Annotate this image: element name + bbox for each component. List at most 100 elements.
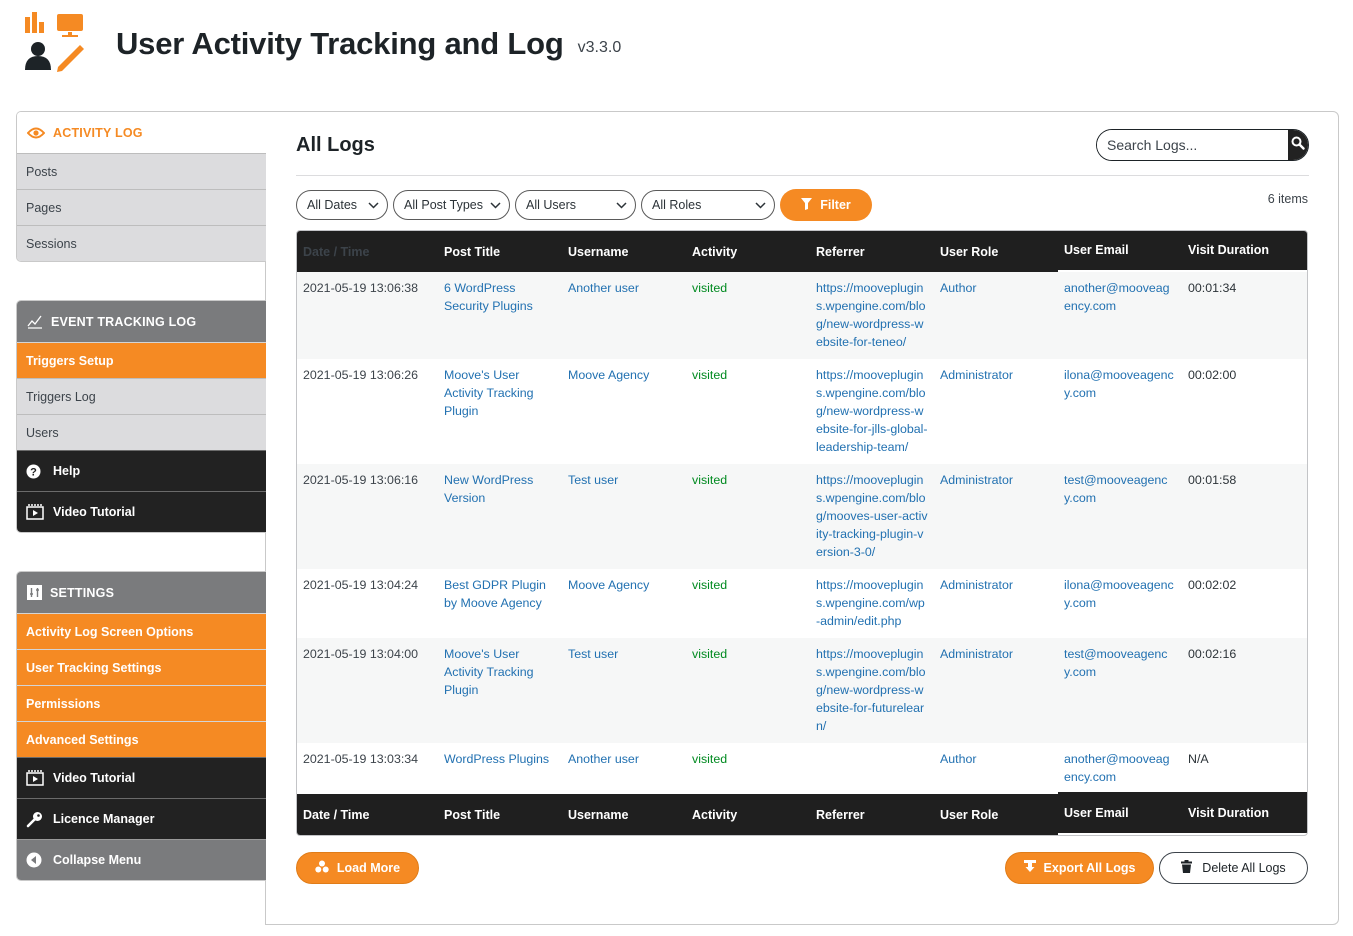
- cell-post-title-text[interactable]: Moove's User Activity Tracking Plugin: [444, 368, 534, 418]
- column-header-activity[interactable]: Activity: [686, 231, 810, 272]
- cell-post-title: Best GDPR Plugin by Moove Agency: [438, 569, 562, 638]
- column-footer-visit-duration[interactable]: Visit Duration: [1182, 792, 1307, 833]
- cell-user-role: Administrator: [934, 359, 1058, 464]
- cell-username-text[interactable]: Another user: [568, 281, 639, 295]
- table-row: 2021-05-19 13:04:00 Moove's User Activity…: [297, 638, 1307, 743]
- cell-user-role-text[interactable]: Administrator: [940, 368, 1013, 382]
- cell-date-text: 2021-05-19 13:06:26: [303, 368, 419, 382]
- export-all-logs-button[interactable]: Export All Logs: [1005, 852, 1154, 884]
- column-footer-activity[interactable]: Activity: [686, 794, 810, 835]
- load-more-button[interactable]: Load More: [296, 852, 419, 884]
- sidebar-item-user-tracking-settings[interactable]: User Tracking Settings: [17, 649, 266, 685]
- column-header-visit-duration[interactable]: Visit Duration: [1182, 231, 1307, 270]
- cell-user-role-text[interactable]: Administrator: [940, 473, 1013, 487]
- cell-user-email-text[interactable]: another@mooveagency.com: [1064, 752, 1170, 784]
- cell-user-role-text[interactable]: Administrator: [940, 578, 1013, 592]
- export-icon: [1023, 860, 1036, 876]
- cell-referrer-text[interactable]: https://mooveplugins.wpengine.com/blog/n…: [816, 647, 926, 733]
- load-more-label: Load More: [336, 861, 401, 875]
- cell-username-text[interactable]: Moove Agency: [568, 578, 649, 592]
- sidebar-item-video-tutorial[interactable]: Video Tutorial: [17, 491, 266, 532]
- sidebar-item-triggers-setup[interactable]: Triggers Setup: [17, 342, 266, 378]
- search-button[interactable]: [1288, 130, 1308, 160]
- column-footer-date[interactable]: Date / Time: [297, 794, 438, 835]
- cell-post-title-text[interactable]: New WordPress Version: [444, 473, 533, 505]
- column-header-post-title[interactable]: Post Title: [438, 231, 562, 272]
- column-footer-referrer[interactable]: Referrer: [810, 794, 934, 835]
- cell-visit-duration: 00:01:34: [1182, 272, 1307, 359]
- cell-date-text: 2021-05-19 13:06:38: [303, 281, 419, 295]
- cell-post-title-text[interactable]: WordPress Plugins: [444, 752, 549, 766]
- cell-referrer-text[interactable]: https://mooveplugins.wpengine.com/blog/n…: [816, 368, 928, 454]
- cell-post-title-text[interactable]: Best GDPR Plugin by Moove Agency: [444, 578, 546, 610]
- sidebar-item-licence-manager[interactable]: Licence Manager: [17, 798, 266, 839]
- column-footer-post-title[interactable]: Post Title: [438, 794, 562, 835]
- cell-username: Test user: [562, 464, 686, 569]
- table-row: 2021-05-19 13:06:16 New WordPress Version…: [297, 464, 1307, 569]
- column-footer-username[interactable]: Username: [562, 794, 686, 835]
- cell-user-role: Author: [934, 272, 1058, 359]
- column-header-date[interactable]: Date / Time: [297, 231, 438, 272]
- sidebar-item-users[interactable]: Users: [17, 414, 266, 450]
- cell-referrer-text[interactable]: https://mooveplugins.wpengine.com/blog/m…: [816, 473, 928, 559]
- cell-referrer-text[interactable]: https://mooveplugins.wpengine.com/wp-adm…: [816, 578, 925, 628]
- cell-referrer-text[interactable]: https://mooveplugins.wpengine.com/blog/n…: [816, 281, 926, 349]
- activity-tracking-logo-icon: [22, 12, 86, 76]
- cell-post-title-text[interactable]: 6 WordPress Security Plugins: [444, 281, 533, 313]
- cell-user-email-text[interactable]: ilona@mooveagency.com: [1064, 578, 1174, 610]
- column-footer-user-role[interactable]: User Role: [934, 794, 1058, 835]
- cell-user-email-text[interactable]: ilona@mooveagency.com: [1064, 368, 1174, 400]
- cell-user-email-text[interactable]: test@mooveagency.com: [1064, 647, 1168, 679]
- roles-select[interactable]: All Roles: [641, 190, 775, 220]
- sidebar-heading-settings[interactable]: SETTINGS: [17, 572, 266, 613]
- collapse-icon: [26, 852, 44, 868]
- table-row: 2021-05-19 13:03:34 WordPress Plugins Anot…: [297, 743, 1307, 794]
- column-header-username[interactable]: Username: [562, 231, 686, 272]
- sidebar-item-advanced-settings[interactable]: Advanced Settings: [17, 721, 266, 757]
- cell-post-title: 6 WordPress Security Plugins: [438, 272, 562, 359]
- eye-icon: [27, 127, 45, 139]
- search-input[interactable]: [1097, 130, 1288, 160]
- column-header-user-role[interactable]: User Role: [934, 231, 1058, 272]
- help-icon: ?: [26, 464, 44, 479]
- cell-user-role: Author: [934, 743, 1058, 794]
- cell-user-role-text[interactable]: Administrator: [940, 647, 1013, 661]
- sidebar-item-pages[interactable]: Pages: [17, 189, 266, 225]
- column-header-user-email[interactable]: User Email: [1058, 231, 1182, 270]
- column-footer-user-email[interactable]: User Email: [1058, 792, 1182, 833]
- cell-date-text: 2021-05-19 13:04:00: [303, 647, 419, 661]
- cell-username-text[interactable]: Moove Agency: [568, 368, 649, 382]
- sidebar-item-sessions[interactable]: Sessions: [17, 225, 266, 261]
- sidebar-item-activity-log-screen-options[interactable]: Activity Log Screen Options: [17, 613, 266, 649]
- cell-post-title-text[interactable]: Moove's User Activity Tracking Plugin: [444, 647, 534, 697]
- dots-icon: [315, 860, 329, 876]
- users-select[interactable]: All Users: [515, 190, 636, 220]
- cell-activity-text: visited: [692, 281, 728, 295]
- cell-username: Moove Agency: [562, 359, 686, 464]
- sidebar-item-video-tutorial-settings[interactable]: Video Tutorial: [17, 757, 266, 798]
- sidebar-item-permissions[interactable]: Permissions: [17, 685, 266, 721]
- dates-select[interactable]: All Dates: [296, 190, 388, 220]
- sidebar-collapse-menu[interactable]: Collapse Menu: [17, 839, 266, 880]
- select-value: All Post Types: [404, 198, 483, 212]
- cell-user-role-text[interactable]: Author: [940, 281, 977, 295]
- cell-user-role-text[interactable]: Author: [940, 752, 977, 766]
- cell-username-text[interactable]: Another user: [568, 752, 639, 766]
- cell-username-text[interactable]: Test user: [568, 473, 618, 487]
- sidebar-item-posts[interactable]: Posts: [17, 153, 266, 189]
- sidebar-heading-activity-log[interactable]: ACTIVITY LOG: [17, 112, 266, 153]
- cell-visit-duration: 00:01:58: [1182, 464, 1307, 569]
- sidebar-item-triggers-log[interactable]: Triggers Log: [17, 378, 266, 414]
- cell-user-role: Administrator: [934, 464, 1058, 569]
- sidebar-heading-event-tracking[interactable]: EVENT TRACKING LOG: [17, 301, 266, 342]
- sidebar-item-help[interactable]: ? Help: [17, 450, 266, 491]
- cell-user-email-text[interactable]: another@mooveagency.com: [1064, 281, 1170, 313]
- cell-post-title: Moove's User Activity Tracking Plugin: [438, 359, 562, 464]
- filter-button[interactable]: Filter: [780, 189, 872, 221]
- delete-all-logs-button[interactable]: Delete All Logs: [1159, 852, 1308, 884]
- cell-username-text[interactable]: Test user: [568, 647, 618, 661]
- post-types-select[interactable]: All Post Types: [393, 190, 510, 220]
- cell-visit-duration: 00:02:00: [1182, 359, 1307, 464]
- column-header-referrer[interactable]: Referrer: [810, 231, 934, 272]
- cell-user-email-text[interactable]: test@mooveagency.com: [1064, 473, 1168, 505]
